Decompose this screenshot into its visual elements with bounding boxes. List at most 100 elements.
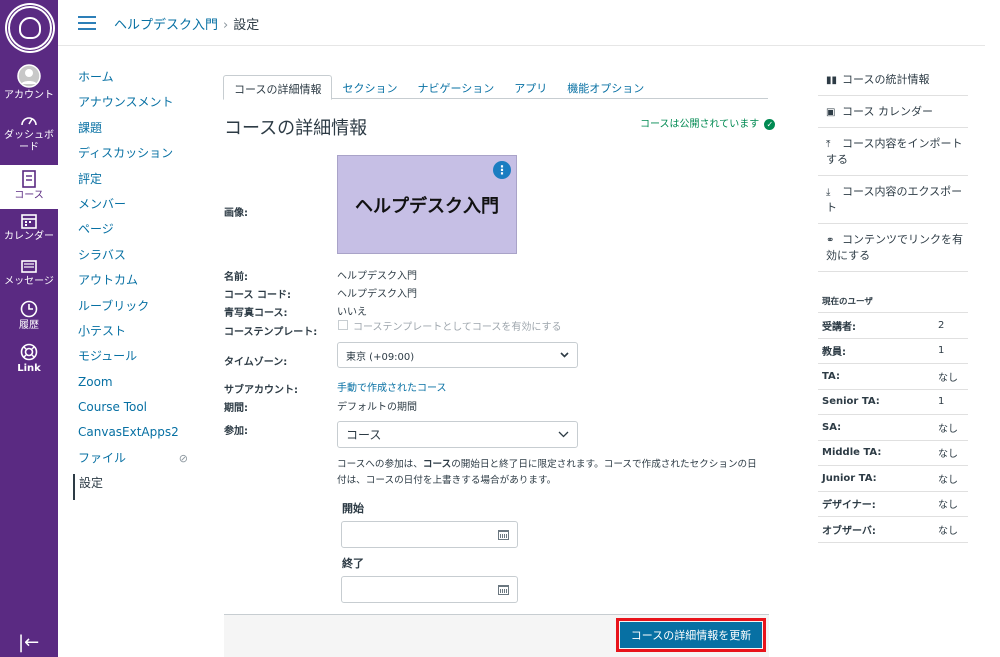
- calendar-icon: ▣: [826, 107, 836, 118]
- history-icon: [20, 300, 38, 318]
- global-nav-label: ダッシュボード: [4, 130, 54, 153]
- tab-feature-options[interactable]: 機能オプション: [557, 75, 654, 99]
- course-nav-discussions[interactable]: ディスカッション: [78, 144, 198, 169]
- user-count: なし: [934, 414, 968, 440]
- export-content-label: コース内容のエクスポート: [826, 185, 963, 214]
- user-role: SA:: [818, 414, 934, 440]
- course-nav-settings[interactable]: 設定: [73, 474, 198, 500]
- subaccount-link[interactable]: 手動で作成されたコース: [337, 379, 447, 394]
- breadcrumb-separator: ›: [223, 18, 229, 33]
- collapse-nav-icon[interactable]: |←: [18, 632, 39, 653]
- user-count: 1: [934, 388, 968, 415]
- global-nav-history[interactable]: 履歴: [0, 300, 58, 332]
- user-count: 2: [934, 312, 968, 338]
- course-image-card[interactable]: ヘルプデスク入門 ⋮: [337, 155, 517, 254]
- bar-chart-icon: ▮▮: [826, 75, 838, 86]
- published-status: コースは公開されています ✓: [640, 115, 776, 130]
- import-content-link[interactable]: ⤒ コース内容をインポートする: [818, 128, 968, 176]
- course-nav: ホーム アナウンスメント 課題 ディスカッション 評定 メンバー ページ シラバ…: [73, 68, 198, 500]
- term-value: デフォルトの期間: [337, 402, 417, 413]
- published-status-text: コースは公開されています: [640, 119, 760, 130]
- tab-navigation[interactable]: ナビゲーション: [407, 75, 504, 99]
- blueprint-label: 青写真コース:: [224, 308, 288, 319]
- user-count: なし: [934, 363, 968, 389]
- breadcrumb-course-link[interactable]: ヘルプデスク入門: [114, 18, 218, 33]
- university-logo[interactable]: [5, 3, 55, 53]
- user-role: Senior TA:: [818, 388, 934, 415]
- course-nav-announcements[interactable]: アナウンスメント: [78, 93, 198, 118]
- user-role: 受講者:: [818, 312, 934, 338]
- calendar-icon[interactable]: [498, 585, 509, 595]
- page-title: コースの詳細情報: [224, 118, 368, 139]
- global-nav-link[interactable]: Link: [0, 343, 58, 375]
- eye-slash-icon: ⊘: [178, 451, 188, 465]
- start-label: 開始: [342, 502, 364, 515]
- enable-links-link[interactable]: ⚭ コンテンツでリンクを有効にする: [818, 224, 968, 272]
- tab-sections[interactable]: セクション: [332, 75, 407, 99]
- participation-select[interactable]: コース: [337, 421, 578, 448]
- course-nav-grades[interactable]: 評定: [78, 170, 198, 195]
- user-role: オブザーバ:: [818, 516, 934, 543]
- course-nav-rubrics[interactable]: ルーブリック: [78, 297, 198, 322]
- tab-apps[interactable]: アプリ: [504, 75, 557, 99]
- course-nav-canvasextapps2[interactable]: CanvasExtApps2: [78, 423, 198, 448]
- user-role: Junior TA:: [818, 465, 934, 491]
- kebab-menu-icon[interactable]: ⋮: [493, 161, 511, 179]
- table-row: デザイナー: なし: [818, 490, 968, 517]
- user-role: 教員:: [818, 337, 934, 364]
- table-row: 教員: 1: [818, 337, 968, 364]
- global-nav-label: コース: [14, 190, 44, 201]
- participation-value: コース: [346, 428, 382, 442]
- user-count: なし: [934, 439, 968, 466]
- right-sidebar: ▮▮ コースの統計情報 ▣ コース カレンダー ⤒ コース内容をインポートする ⤓ コー…: [818, 64, 968, 272]
- blueprint-value: いいえ: [337, 307, 367, 318]
- global-nav: アカウント ダッシュボード コース カレンダー メッセージ 履歴 Link |←: [0, 0, 58, 657]
- start-date-input[interactable]: [341, 521, 518, 548]
- name-label: 名前:: [224, 272, 248, 283]
- download-icon: ⤓: [826, 187, 831, 198]
- global-nav-courses[interactable]: コース: [0, 165, 58, 209]
- timezone-select[interactable]: 東京 (+09:00): [337, 342, 578, 368]
- course-nav-assignments[interactable]: 課題: [78, 119, 198, 144]
- avatar-icon: [17, 64, 41, 88]
- template-checkbox[interactable]: [338, 320, 348, 330]
- course-nav-outcomes[interactable]: アウトカム: [78, 271, 198, 296]
- course-statistics-link[interactable]: ▮▮ コースの統計情報: [818, 64, 968, 96]
- user-role: デザイナー:: [818, 490, 934, 517]
- end-label: 終了: [342, 557, 364, 570]
- course-nav-syllabus[interactable]: シラバス: [78, 246, 198, 271]
- breadcrumb: ヘルプデスク入門 › 設定: [114, 14, 259, 33]
- upload-icon: ⤒: [826, 139, 831, 150]
- global-nav-account[interactable]: アカウント: [0, 64, 58, 102]
- course-nav-zoom[interactable]: Zoom: [78, 373, 198, 398]
- tab-course-details[interactable]: コースの詳細情報: [223, 75, 333, 100]
- table-row: 受講者: 2: [818, 312, 968, 338]
- course-nav-files[interactable]: ファイル ⊘: [78, 449, 198, 474]
- global-nav-inbox[interactable]: メッセージ: [0, 258, 58, 288]
- course-calendar-link[interactable]: ▣ コース カレンダー: [818, 96, 968, 128]
- hamburger-menu-icon[interactable]: [78, 16, 96, 30]
- export-content-link[interactable]: ⤓ コース内容のエクスポート: [818, 176, 968, 224]
- global-nav-calendar[interactable]: カレンダー: [0, 213, 58, 243]
- template-label: コーステンプレート:: [224, 327, 318, 338]
- update-course-details-button[interactable]: コースの詳細情報を更新: [616, 618, 766, 652]
- term-label: 期間:: [224, 403, 248, 414]
- user-count: なし: [934, 516, 968, 543]
- check-circle-icon: ✓: [764, 118, 776, 130]
- global-nav-label: Link: [17, 363, 41, 374]
- course-nav-pages[interactable]: ページ: [78, 220, 198, 245]
- end-date-input[interactable]: [341, 576, 518, 603]
- template-checkbox-label: コーステンプレートとしてコースを有効にする: [353, 322, 562, 333]
- current-users-table: 受講者: 2 教員: 1 TA: なし Senior TA: 1 SA: なし Middl…: [818, 312, 968, 543]
- participation-note: コースへの参加は、コースの開始日と終了日に限定されます。コースで作成されたセクシ…: [337, 457, 762, 489]
- global-nav-dashboard[interactable]: ダッシュボード: [0, 112, 58, 154]
- course-nav-quizzes[interactable]: 小テスト: [78, 322, 198, 347]
- course-nav-people[interactable]: メンバー: [78, 195, 198, 220]
- participation-label: 参加:: [224, 426, 248, 437]
- course-nav-files-label: ファイル: [78, 450, 127, 465]
- course-nav-home[interactable]: ホーム: [78, 68, 198, 93]
- calendar-icon[interactable]: [498, 530, 509, 540]
- course-statistics-label: コースの統計情報: [842, 73, 930, 86]
- course-nav-course-tool[interactable]: Course Tool: [78, 398, 198, 423]
- course-nav-modules[interactable]: モジュール: [78, 347, 198, 372]
